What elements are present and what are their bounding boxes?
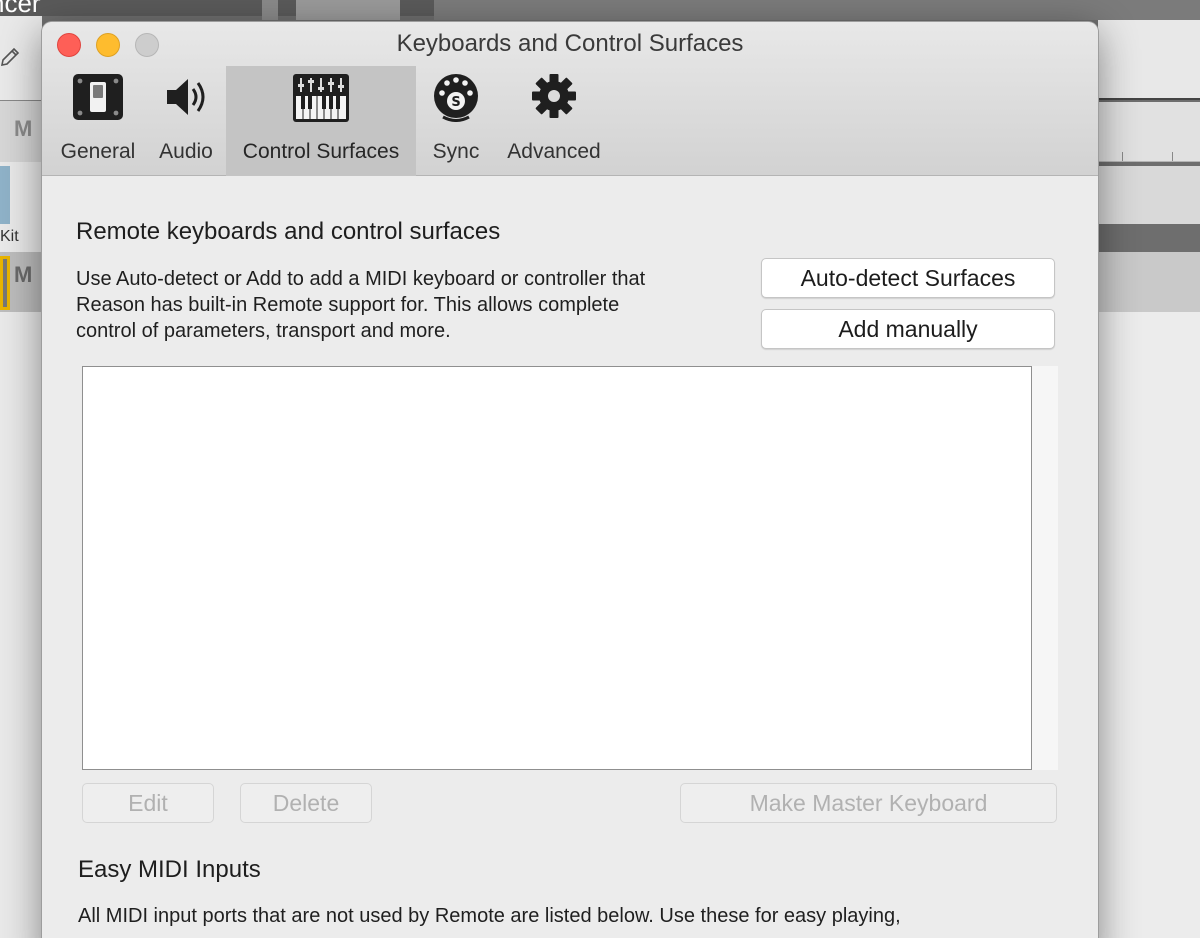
keyboard-controller-icon [291, 72, 351, 129]
edit-button[interactable]: Edit [82, 783, 214, 823]
speaker-icon [163, 72, 209, 127]
auto-detect-surfaces-button[interactable]: Auto-detect Surfaces [761, 258, 1055, 298]
tab-control-surfaces-label: Control Surfaces [242, 140, 400, 163]
ruler-tick [1172, 152, 1173, 161]
background-ruler [1098, 102, 1200, 162]
background-toolbar-segment [262, 0, 278, 20]
tab-audio[interactable]: Audio [148, 66, 224, 176]
preferences-window: Keyboards and Control Surfaces General A… [42, 22, 1098, 938]
window-title: Keyboards and Control Surfaces [396, 30, 744, 57]
gear-icon [529, 72, 579, 127]
background-track-color [0, 166, 10, 224]
background-track-letter: M [14, 262, 33, 287]
background-right-panel [1098, 20, 1200, 100]
tab-audio-label: Audio [159, 140, 213, 163]
background-selected-track [0, 256, 10, 310]
tab-sync[interactable]: S Sync [422, 66, 490, 176]
tab-sync-label: Sync [432, 140, 480, 163]
tab-advanced[interactable]: Advanced [498, 66, 610, 176]
tab-general-label: General [60, 140, 136, 163]
tab-advanced-label: Advanced [507, 140, 601, 163]
toggle-switch-icon [71, 72, 125, 127]
pencil-icon [0, 44, 22, 67]
delete-button[interactable]: Delete [240, 783, 372, 823]
easy-midi-section-title: Easy MIDI Inputs [78, 856, 261, 883]
background-toolbar-segment [296, 0, 400, 20]
control-surfaces-list-scrollbar[interactable] [1032, 366, 1058, 770]
svg-text:S: S [451, 95, 460, 110]
window-toolbar: Keyboards and Control Surfaces General A… [42, 22, 1098, 176]
remote-description-line: control of parameters, transport and mor… [76, 320, 451, 342]
make-master-keyboard-button[interactable]: Make Master Keyboard [680, 783, 1057, 823]
ruler-tick [1122, 152, 1123, 161]
tab-general[interactable]: General [54, 66, 142, 176]
midi-sync-icon: S [431, 72, 481, 127]
background-lane [1098, 252, 1200, 312]
easy-midi-description: All MIDI input ports that are not used b… [78, 905, 901, 927]
background-track-label: Kit [0, 228, 19, 245]
remote-description-line: Reason has built-in Remote support for. … [76, 294, 620, 316]
remote-description: Use Auto-detect or Add to add a MIDI key… [76, 266, 645, 344]
add-manually-button[interactable]: Add manually [761, 309, 1055, 349]
remote-section-title: Remote keyboards and control surfaces [76, 218, 501, 245]
background-lane-area [1098, 312, 1200, 938]
background-toolbar-segment [434, 0, 1200, 20]
background-track-letter: M [14, 116, 33, 141]
remote-description-line: Use Auto-detect or Add to add a MIDI key… [76, 268, 646, 290]
background-lane [1098, 166, 1200, 224]
control-surfaces-list[interactable] [82, 366, 1032, 770]
tab-control-surfaces[interactable]: Control Surfaces [226, 66, 416, 176]
